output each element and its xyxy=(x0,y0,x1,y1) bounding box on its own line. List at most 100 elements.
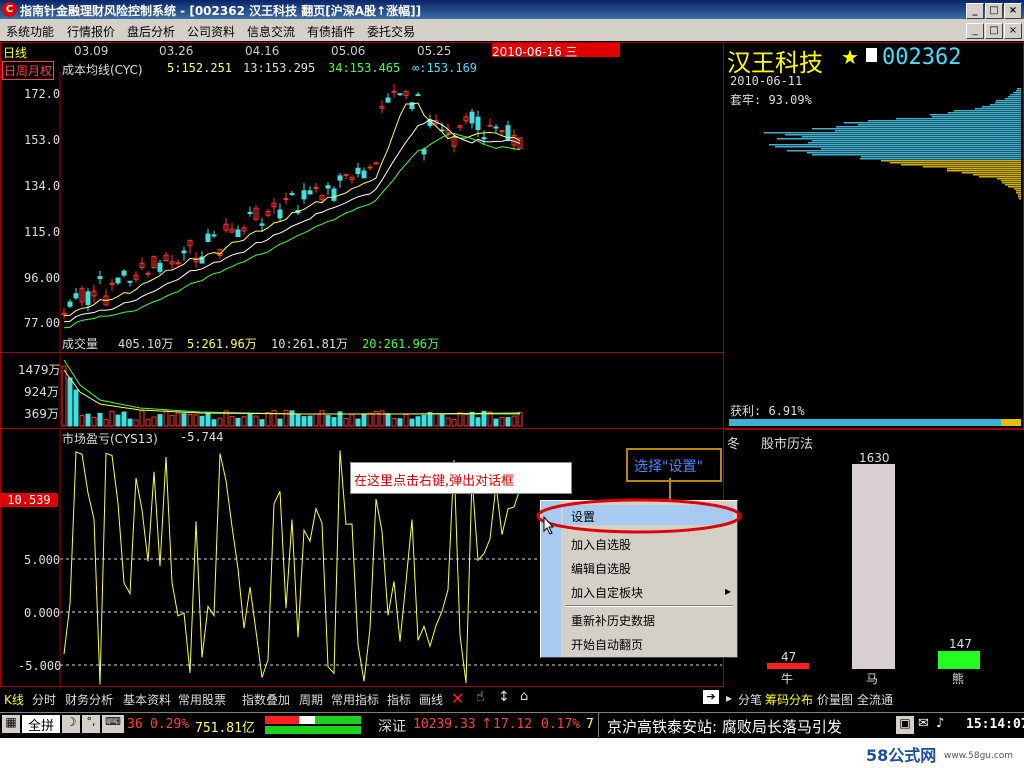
chip-bar xyxy=(860,158,1021,160)
status-bar: ▦ 全拼 ☽ °, ⌨ 36 0.29% 751.81亿 深证 10239.33… xyxy=(0,712,1024,739)
tab-price-volume[interactable]: 价量图 xyxy=(817,691,853,708)
volume-tick: 1479万 xyxy=(18,363,61,377)
volume-bar xyxy=(145,418,151,427)
volume-bar xyxy=(85,413,91,427)
chip-bar xyxy=(812,128,1021,130)
tab-float[interactable]: 全流通 xyxy=(857,691,893,708)
volume-bar xyxy=(367,412,373,427)
chip-bar xyxy=(868,120,1021,122)
input-method-button[interactable]: 全拼 xyxy=(22,715,60,734)
grid-icon[interactable]: ▦ xyxy=(2,715,20,733)
menu-item-add-block[interactable]: 加入自定板块 xyxy=(571,584,643,601)
stock-code: 002362 xyxy=(882,45,962,70)
volume-bar xyxy=(289,410,295,427)
volume-bar xyxy=(295,413,301,427)
moon-icon[interactable]: ☽ xyxy=(62,715,80,733)
volume-bar xyxy=(127,418,133,427)
volume-bar xyxy=(265,412,271,427)
volume-bar xyxy=(187,413,193,427)
market-breadth-bar xyxy=(265,716,361,724)
forward-icon[interactable]: ➔ xyxy=(703,690,719,704)
chip-bar xyxy=(923,166,1021,168)
watermark-url: www.58gu.com xyxy=(944,751,1014,761)
volume-bar xyxy=(211,419,217,427)
chip-bar xyxy=(932,116,1021,118)
delete-icon[interactable]: ✕ xyxy=(451,689,464,708)
tab-common-stocks[interactable]: 常用股票 xyxy=(178,691,226,708)
volume-bar xyxy=(181,413,187,427)
chip-bar xyxy=(975,108,1021,110)
tab-basic-info[interactable]: 基本资料 xyxy=(123,691,171,708)
tab-indicators[interactable]: 指标 xyxy=(387,691,411,708)
star-icon[interactable]: ★ xyxy=(841,45,859,69)
news-ticker[interactable]: 京沪高铁泰安站: 腐败局长落马引发 xyxy=(598,713,895,737)
punct-icon[interactable]: °, xyxy=(82,715,100,733)
chip-bar xyxy=(1013,92,1021,94)
volume-bars xyxy=(61,359,523,427)
volume-bar xyxy=(511,415,517,427)
menu-item-refill-history[interactable]: 重新补历史数据 xyxy=(571,612,655,629)
sound-icon[interactable]: ♪ xyxy=(936,716,944,731)
calendar-bar xyxy=(938,651,980,669)
volume-bar xyxy=(229,416,235,427)
tab-chip-distribution[interactable]: 筹码分布 xyxy=(765,691,813,708)
profit-label: 获利: 6.91% xyxy=(730,404,805,418)
volume-ma-line xyxy=(63,369,521,415)
watermark-logo: 58公式网 xyxy=(866,746,937,765)
volume-bar xyxy=(505,417,511,427)
keyboard-icon[interactable]: ⌨ xyxy=(102,715,124,733)
indicator-tick: -5.000 xyxy=(18,659,62,673)
chip-bar xyxy=(1018,196,1021,198)
news-text[interactable]: 京沪高铁泰安站: 腐败局长落马引发 xyxy=(607,716,842,737)
menu-item-edit-favorite[interactable]: 编辑自选股 xyxy=(571,560,631,577)
tab-common-indicators[interactable]: 常用指标 xyxy=(331,691,379,708)
candle-body xyxy=(181,250,187,254)
network-icon[interactable]: ▣ xyxy=(896,716,914,734)
volume-bar xyxy=(61,365,67,427)
chip-bar xyxy=(896,118,1021,120)
sz-change: 17.12 xyxy=(493,717,533,732)
message-icon[interactable]: ✉ xyxy=(918,716,929,731)
chip-bar xyxy=(1002,182,1021,184)
indicator-current-tag: 10.539 xyxy=(0,493,58,507)
profit-bar xyxy=(729,419,1021,426)
volume-label: 成交量 xyxy=(62,337,99,351)
sh-change: 36 xyxy=(127,717,143,732)
volume-bar xyxy=(169,414,175,427)
document-icon[interactable] xyxy=(866,48,877,62)
tab-index-overlay[interactable]: 指数叠加 xyxy=(242,691,290,708)
volume-bar xyxy=(421,414,427,427)
volume-bar xyxy=(379,410,385,427)
chip-bar xyxy=(973,174,1021,176)
indicator-title: 市场盈亏(CYS13) xyxy=(62,432,158,446)
volume-tick: 369万 xyxy=(24,407,59,421)
volume-bar xyxy=(313,413,319,427)
volume-value: 405.10万 xyxy=(118,337,174,351)
candle-body xyxy=(469,111,475,124)
move-icon[interactable]: ↕ xyxy=(498,689,510,705)
tab-tick-detail[interactable]: 分笔 xyxy=(738,691,762,708)
volume-bar xyxy=(175,412,181,427)
tab-kline[interactable]: K线 xyxy=(4,691,24,708)
tab-finance[interactable]: 财务分析 xyxy=(65,691,113,708)
vol-ma5: 5:261.96万 xyxy=(187,337,257,351)
chip-bar xyxy=(1018,194,1021,196)
candle-body xyxy=(121,270,127,276)
hand-icon[interactable]: ☝ xyxy=(476,689,485,705)
tab-period[interactable]: 周期 xyxy=(299,691,323,708)
horse-label: 马 xyxy=(866,672,879,686)
lock-icon[interactable]: ⌂ xyxy=(520,689,528,704)
volume-bar xyxy=(439,414,445,427)
chip-bar xyxy=(1016,192,1021,194)
menu-item-auto-page[interactable]: 开始自动翻页 xyxy=(571,636,643,653)
tab-intraday[interactable]: 分时 xyxy=(32,691,56,708)
volume-ma-line xyxy=(63,359,520,415)
profit-bar-fill xyxy=(1001,419,1021,426)
chip-bar xyxy=(858,124,1021,126)
trapped-label: 套牢: 93.09% xyxy=(730,93,812,107)
volume-bar xyxy=(253,415,259,427)
tab-drawing[interactable]: 画线 xyxy=(419,691,443,708)
candle-body xyxy=(247,211,253,214)
volume-bar xyxy=(259,419,265,427)
menu-item-add-favorite[interactable]: 加入自选股 xyxy=(571,536,631,553)
